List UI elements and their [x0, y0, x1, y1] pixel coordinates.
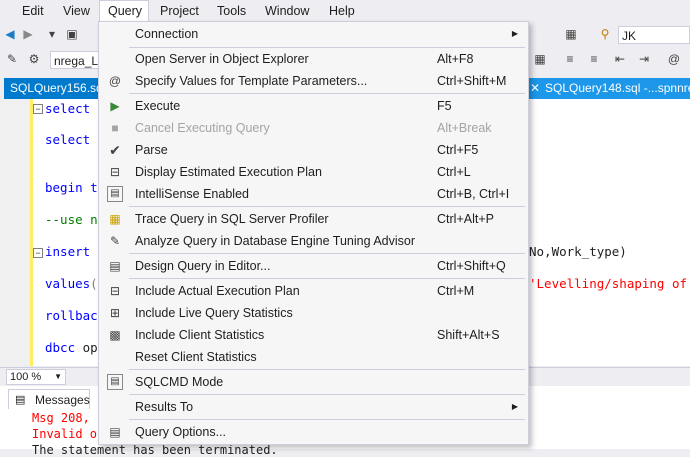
database-combo[interactable]: nrega_LD	[50, 51, 107, 69]
result-message: Invalid ob	[32, 427, 105, 441]
template-params-icon: @	[108, 74, 122, 88]
messages-icon: ▤	[15, 394, 26, 406]
tab-sqlquery156[interactable]: SQLQuery156.sq	[4, 78, 110, 99]
new-query-icon[interactable]: ▣	[64, 26, 80, 42]
design-query-icon: ▤	[109, 259, 121, 273]
comment-icon[interactable]: ≡	[562, 51, 578, 67]
messages-tab-label: Messages	[35, 393, 90, 407]
menu-item-estimated-plan[interactable]: ⊟ Display Estimated Execution Plan Ctrl+…	[99, 161, 528, 183]
sqlcmd-icon: ▤	[107, 374, 123, 390]
submenu-arrow-icon: ▶	[511, 402, 518, 411]
menu-bar: Edit View Query Project Tools Window Hel…	[0, 0, 690, 22]
menu-project[interactable]: Project	[152, 0, 207, 22]
menu-item-client-stats[interactable]: ▩ Include Client Statistics Shift+Alt+S	[99, 324, 528, 346]
specify-values-icon[interactable]: @	[666, 51, 682, 67]
query-menu: Connection ▶ Open Server in Object Explo…	[98, 21, 529, 445]
code-line: insert i	[45, 244, 105, 259]
search-icon[interactable]: ⚲	[597, 26, 613, 42]
result-message: Msg 208, L	[32, 411, 105, 425]
menu-separator	[129, 206, 525, 207]
back-icon[interactable]: ◀	[2, 26, 18, 42]
query-options-icon: ▤	[109, 425, 121, 439]
menu-edit[interactable]: Edit	[14, 0, 52, 22]
connect-icon[interactable]: ⚙	[26, 51, 42, 67]
estimated-plan-icon: ⊟	[109, 165, 121, 179]
profiler-icon: ▦	[109, 212, 121, 226]
menu-item-reset-client-stats[interactable]: Reset Client Statistics	[99, 346, 528, 368]
cancel-icon: ■	[111, 121, 119, 135]
menu-separator	[129, 419, 525, 420]
menu-item-trace-profiler[interactable]: ▦ Trace Query in SQL Server Profiler Ctr…	[99, 208, 528, 230]
editor-margin	[0, 99, 30, 366]
menu-query[interactable]: Query	[99, 0, 149, 21]
zoom-value: 100 %	[10, 371, 42, 383]
submenu-arrow-icon: ▶	[511, 29, 518, 38]
menu-item-execute[interactable]: ▶ Execute F5	[99, 95, 528, 117]
tab-messages[interactable]: ▤ Messages	[8, 389, 90, 409]
menu-item-query-options[interactable]: ▤ Query Options...	[99, 421, 528, 443]
live-stats-icon: ⊞	[109, 306, 121, 320]
menu-separator	[129, 93, 525, 94]
intellisense-icon: ▤	[107, 186, 123, 202]
decrease-indent-icon[interactable]: ⇤	[612, 51, 628, 67]
tab-sqlquery148[interactable]: SQLQuery148.sql -...spnnre	[529, 78, 690, 99]
pin-icon[interactable]: ✎	[4, 51, 20, 67]
code-line: values(N	[45, 276, 105, 291]
collapse-icon[interactable]: −	[33, 104, 43, 114]
menu-separator	[129, 253, 525, 254]
menu-separator	[129, 369, 525, 370]
results-to-grid-icon[interactable]: ▦	[532, 51, 548, 67]
code-line: --use nr	[45, 212, 106, 227]
uncomment-icon[interactable]: ≡	[586, 51, 602, 67]
menu-tools[interactable]: Tools	[209, 0, 254, 22]
tuning-advisor-icon: ✎	[109, 234, 121, 248]
menu-item-cancel-query[interactable]: ■ Cancel Executing Query Alt+Break	[99, 117, 528, 139]
menu-item-actual-plan[interactable]: ⊟ Include Actual Execution Plan Ctrl+M	[99, 280, 528, 302]
search-box[interactable]: JK	[618, 26, 690, 44]
forward-icon[interactable]: ▶	[20, 26, 36, 42]
menu-item-parse[interactable]: ✔ Parse Ctrl+F5	[99, 139, 528, 161]
collapse-icon[interactable]: −	[33, 248, 43, 258]
menu-separator	[129, 278, 525, 279]
dropdown-icon[interactable]: ▾	[44, 26, 60, 42]
menu-item-sqlcmd-mode[interactable]: ▤ SQLCMD Mode	[99, 371, 528, 393]
menu-separator	[129, 394, 525, 395]
menu-item-tuning-advisor[interactable]: ✎ Analyze Query in Database Engine Tunin…	[99, 230, 528, 252]
actual-plan-icon: ⊟	[109, 284, 121, 298]
zoom-combo[interactable]: 100 % ▼	[6, 369, 66, 385]
parse-checkmark-icon: ✔	[109, 142, 121, 158]
menu-item-design-query[interactable]: ▤ Design Query in Editor... Ctrl+Shift+Q	[99, 255, 528, 277]
menu-help[interactable]: Help	[321, 0, 363, 22]
menu-item-template-params[interactable]: @ Specify Values for Template Parameters…	[99, 70, 528, 92]
chevron-down-icon: ▼	[54, 372, 62, 381]
code-line-continuation: No,Work_type)	[529, 244, 627, 259]
close-icon[interactable]: ✕	[530, 81, 540, 96]
result-message: The statement has been terminated.	[32, 443, 278, 457]
client-stats-icon: ▩	[109, 328, 121, 342]
menu-window[interactable]: Window	[257, 0, 317, 22]
code-line: select *	[45, 132, 106, 147]
increase-indent-icon[interactable]: ⇥	[636, 51, 652, 67]
execute-icon: ▶	[110, 99, 120, 113]
code-line-continuation: 'Levelling/shaping of F	[529, 276, 690, 291]
tab-label: SQLQuery148.sql -...spnnre	[545, 81, 690, 95]
code-line: rollback	[45, 308, 106, 323]
code-line: select *	[45, 101, 106, 116]
code-line: dbcc ope	[45, 340, 106, 355]
properties-icon[interactable]: ▦	[563, 26, 579, 42]
change-indicator	[30, 99, 33, 366]
menu-item-open-server[interactable]: Open Server in Object Explorer Alt+F8	[99, 48, 528, 70]
menu-item-intellisense[interactable]: ▤ IntelliSense Enabled Ctrl+B, Ctrl+I	[99, 183, 528, 205]
menu-item-results-to[interactable]: Results To ▶	[99, 396, 528, 418]
menu-view[interactable]: View	[55, 0, 98, 22]
menu-item-connection[interactable]: Connection ▶	[99, 23, 528, 45]
menu-item-live-stats[interactable]: ⊞ Include Live Query Statistics	[99, 302, 528, 324]
code-line: begin tr	[45, 180, 106, 195]
